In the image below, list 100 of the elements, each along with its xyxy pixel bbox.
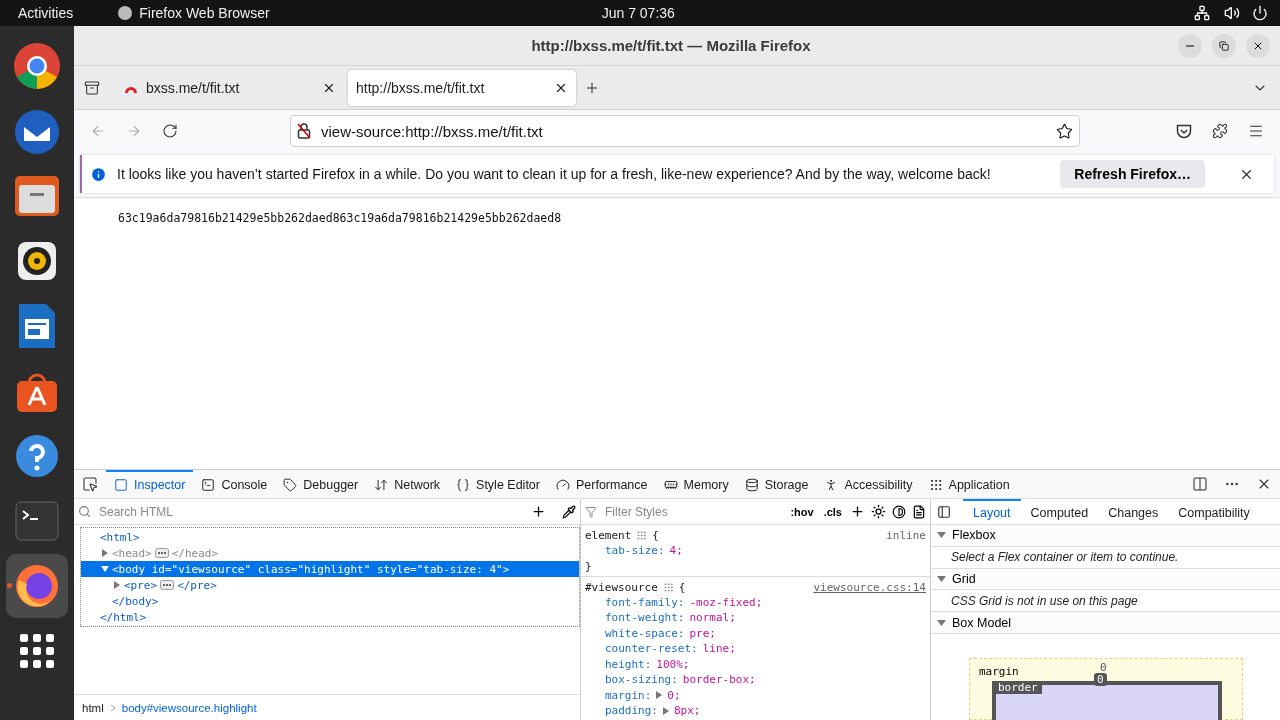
page-text: 63c19a6da79816b21429e5bb262daed863c19a6da79816b21429e5bb262daed8 — [118, 211, 562, 225]
devtools-tab[interactable]: Accessibility — [816, 470, 921, 498]
css-value[interactable]: line; — [702, 642, 736, 656]
devtools-tab[interactable]: Network — [366, 470, 449, 498]
crossed-lock-icon — [297, 123, 311, 139]
css-property[interactable]: height: — [605, 657, 652, 671]
tag-icon — [283, 478, 298, 492]
tree-row[interactable]: <body id="viewsource" class="highlight" style="tab-size: 4"> — [81, 561, 579, 577]
tree-row[interactable]: <pre> </pre> — [81, 577, 579, 593]
css-value[interactable]: 4; — [669, 544, 683, 558]
activities-button[interactable]: Activities — [0, 5, 88, 21]
plus-icon[interactable] — [531, 504, 546, 519]
toggle-button[interactable]: .cls — [821, 505, 844, 518]
devtools-tab[interactable]: Debugger — [275, 470, 367, 498]
dot-grid-icon — [928, 478, 943, 492]
source-label: inline — [886, 529, 926, 542]
dock-button[interactable] — [6, 554, 68, 618]
html-tag: <head> — [112, 546, 152, 560]
css-property[interactable]: font-weight: — [605, 611, 685, 625]
breadcrumb[interactable]: html — [82, 701, 104, 714]
source-link[interactable]: viewsource.css:14 — [813, 580, 926, 594]
refresh-button[interactable]: Refresh Firefox… — [1060, 160, 1205, 188]
maximize-button[interactable] — [1212, 33, 1236, 58]
html-tag: </body> — [112, 594, 159, 608]
sidebar-tab[interactable]: Computed — [1020, 499, 1099, 524]
up-down-arrows-icon — [374, 478, 389, 492]
css-value[interactable]: border-box; — [682, 673, 756, 687]
app-name[interactable]: Firefox Web Browser — [139, 5, 270, 21]
star-icon[interactable] — [1056, 122, 1073, 140]
browser-tab[interactable]: bxss.me/t/fit.txt — [116, 69, 344, 106]
devtools-tab[interactable]: Performance — [547, 470, 656, 498]
devtools-tab[interactable]: Console — [193, 470, 276, 498]
dot-grid-icon[interactable] — [636, 530, 648, 541]
devtools-tab[interactable]: Memory — [655, 470, 737, 498]
power-icon[interactable] — [1252, 5, 1268, 21]
tab-title: bxss.me/t/fit.txt — [146, 79, 241, 96]
css-value[interactable]: pre; — [689, 626, 716, 640]
filter-field[interactable]: Filter Styles — [603, 503, 783, 520]
pocket-icon — [1176, 123, 1192, 139]
plus-icon[interactable] — [850, 504, 865, 519]
minimize-button[interactable] — [1178, 33, 1202, 58]
css-value[interactable]: 0; — [667, 688, 681, 702]
volume-icon[interactable] — [1224, 5, 1240, 21]
mail-icon — [12, 107, 62, 155]
tab-title: http://bxss.me/t/fit.txt — [356, 79, 486, 96]
html-tag: <html> — [100, 530, 140, 544]
border-label: border — [994, 681, 1042, 694]
devtools-tab[interactable]: Style Editor — [448, 470, 548, 498]
css-property[interactable]: margin: — [605, 688, 652, 702]
margin-label: margin — [979, 665, 1019, 678]
css-value[interactable]: 8px; — [674, 704, 701, 718]
braces-icon — [456, 478, 471, 492]
border-value[interactable]: 0 — [1094, 673, 1107, 686]
reload-icon — [162, 123, 178, 139]
address-field[interactable]: view-source:http://bxss.me/t/fit.txt — [290, 115, 1080, 147]
sidebar-tab[interactable]: Changes — [1098, 499, 1169, 524]
css-value[interactable]: 100%; — [656, 657, 690, 671]
sun-icon[interactable] — [871, 504, 886, 519]
collapsed-arrow-icon[interactable] — [113, 581, 121, 589]
tray-icon — [84, 79, 100, 96]
ellipsis-icon[interactable] — [154, 548, 169, 558]
expanded-arrow-icon[interactable] — [101, 565, 109, 573]
browser-icon — [13, 42, 61, 90]
html-tag: </head> — [171, 546, 219, 560]
css-value[interactable]: normal; — [689, 611, 736, 625]
document-icon[interactable] — [912, 504, 926, 519]
css-property[interactable]: font-family: — [605, 595, 685, 609]
margin-value[interactable]: 0 — [1100, 661, 1107, 674]
css-property[interactable]: tab-size: — [605, 544, 665, 558]
arrow-left-icon — [90, 123, 106, 139]
tree-row[interactable]: <html> — [81, 529, 579, 545]
brace: } — [585, 559, 592, 573]
window-title: http://bxss.me/t/fit.txt — Mozilla Firefox — [530, 37, 812, 54]
search-field[interactable]: Search HTML — [97, 503, 525, 520]
css-selector: element — [585, 529, 632, 542]
network-icon[interactable] — [1194, 5, 1210, 21]
collapsed-arrow-icon[interactable] — [101, 549, 109, 557]
css-value[interactable]: -moz-fixed; — [689, 595, 763, 609]
sidebar-tab[interactable]: Compatibility — [1168, 499, 1260, 524]
browser-tab[interactable]: http://bxss.me/t/fit.txt — [348, 69, 576, 106]
tree-row[interactable]: <head> </head> — [81, 545, 579, 561]
contrast-icon[interactable] — [892, 504, 906, 519]
section-title: Flexbox — [952, 528, 996, 543]
square-icon — [114, 478, 128, 492]
css-property[interactable]: counter-reset: — [605, 642, 698, 656]
devtools-tab[interactable]: Storage — [736, 470, 817, 498]
toggle-button[interactable]: :hov — [788, 505, 816, 518]
css-property[interactable]: white-space: — [605, 626, 685, 640]
panel-icon — [937, 504, 951, 519]
eyedropper-icon[interactable] — [562, 504, 576, 519]
css-property[interactable]: box-sizing: — [605, 673, 678, 687]
devtools-tab[interactable]: Application — [920, 470, 1018, 498]
ellipsis-icon[interactable] — [160, 580, 175, 590]
css-property[interactable]: padding: — [605, 704, 658, 718]
breadcrumb[interactable]: body#viewsource.highlight — [121, 701, 257, 714]
restore-icon — [1219, 40, 1229, 51]
info-icon — [90, 165, 107, 183]
devtools-tab[interactable]: Inspector — [106, 470, 194, 498]
clock[interactable]: Jun 7 07:36 — [601, 5, 675, 21]
dot-grid-icon[interactable] — [662, 581, 674, 593]
